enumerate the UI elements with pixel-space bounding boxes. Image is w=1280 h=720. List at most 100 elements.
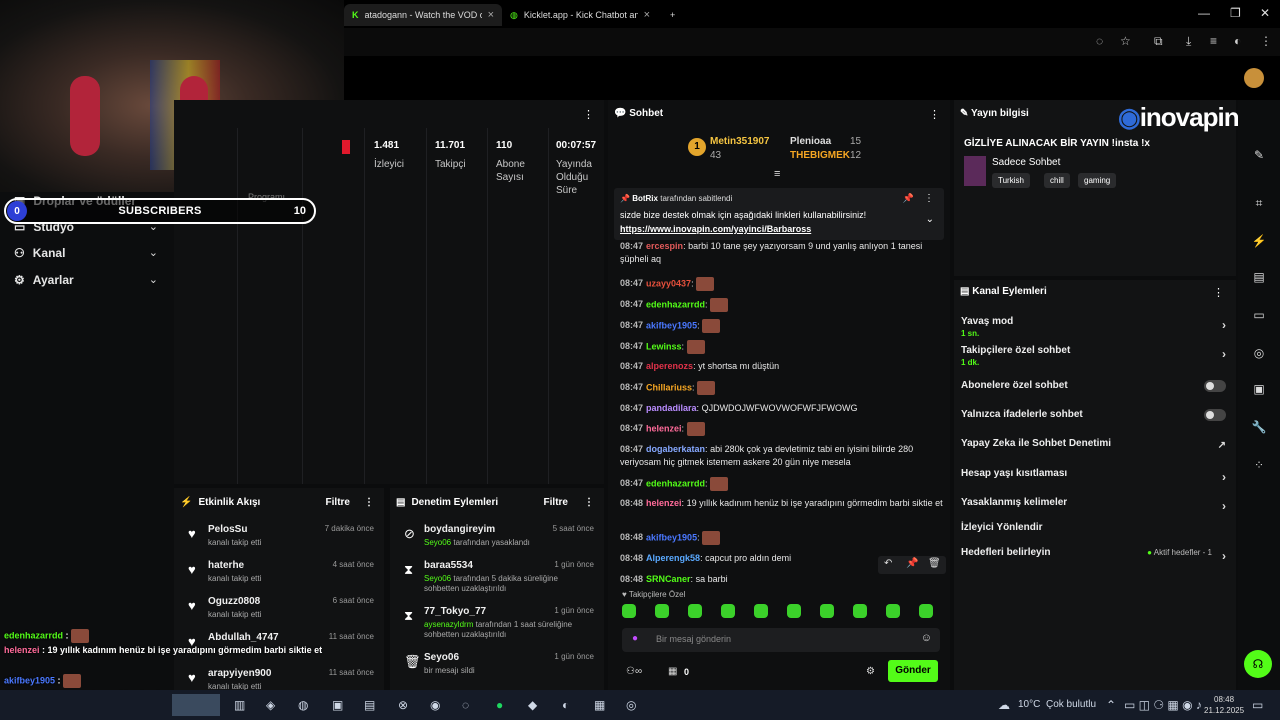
action-subscribers-only[interactable]: Abonelere özel sohbet [961,380,1226,392]
download-icon[interactable]: ⤓ [1186,34,1191,49]
chevron-down-icon[interactable]: ⌄ [149,273,158,286]
emote-icon[interactable] [787,604,801,618]
stream-category[interactable]: Sadece Sohbet [992,157,1060,168]
action-goals[interactable]: Hedefleri belirleyin ● Aktif hedefler - 1… [961,547,1226,563]
spotify-icon[interactable]: ● [496,698,503,712]
close-tab-icon[interactable]: × [488,9,494,21]
message-username[interactable]: Chillariuss [646,382,692,392]
notification-icon[interactable]: ▭ [1252,698,1263,712]
minimize-button[interactable]: — [1198,6,1210,20]
chat-input[interactable]: ● Bir mesaj gönderin ☺ [622,628,940,652]
settings-icon[interactable]: ⚙ [866,666,875,677]
tag-chip[interactable]: chill [1044,173,1070,188]
maximize-button[interactable]: ❐ [1230,6,1241,20]
message-username[interactable]: SRNCaner [646,574,691,584]
bolt-icon[interactable]: ⚡ [1248,230,1270,252]
action-banned-words[interactable]: Yasaklanmış kelimeler › [961,497,1226,513]
sidebar-item-channel[interactable]: ⚇ Kanal [14,246,65,260]
filter-button[interactable]: Filtre [544,497,568,508]
edit-icon[interactable]: ✎ [1248,144,1270,166]
points-icon[interactable]: ⚇∞ [626,666,642,677]
chevron-down-icon[interactable]: ⌄ [926,214,934,225]
microphone-icon[interactable]: ● [632,633,638,644]
action-ai-moderation[interactable]: Yapay Zeka ile Sohbet Denetimi ↗ [961,438,1226,451]
message-username[interactable]: pandadilara [646,403,697,413]
chrome-icon[interactable]: ◉ [430,698,440,712]
emote-icon[interactable] [886,604,900,618]
action-slow-mode[interactable]: Yavaş mod 1 sn. › [961,316,1226,338]
pin-icon[interactable]: 📌 [903,193,914,204]
chevron-down-icon[interactable]: ⌄ [149,246,158,259]
message-username[interactable]: alperenozs [646,361,693,371]
browser-tab-kicklet[interactable]: ◍ Kicklet.app - Kick Chatbot and × [502,4,658,26]
action-account-age[interactable]: Hesap yaşı kısıtlaması › [961,468,1226,484]
eye-off-icon[interactable]: ◌ [1096,34,1103,48]
discord-icon[interactable]: ◐ [562,698,569,712]
send-button[interactable]: Gönder [888,660,938,682]
emote-icon[interactable] [919,604,933,618]
task-view-icon[interactable]: ▥ [234,698,245,712]
reading-list-icon[interactable]: ≡ [1210,34,1217,48]
message-username[interactable]: helenzei [646,498,682,508]
action-followers-only[interactable]: Takipçilere özel sohbet 1 dk. › [961,345,1226,367]
close-tab-icon[interactable]: × [644,9,650,21]
layout-icon[interactable]: ▣ [1248,378,1270,400]
message-username[interactable]: ercespin [646,241,683,251]
broadcast-icon[interactable]: ◎ [1248,342,1270,364]
emote-icon[interactable] [721,604,735,618]
emoji-icon[interactable]: ☺ [921,632,932,644]
pinned-link[interactable]: https://www.inovapin.com/yayinci/Barbaro… [620,224,811,234]
action-emotes-only[interactable]: Yalnızca ifadelerle sohbet [961,409,1226,421]
app-icon[interactable]: ▦ [594,698,605,712]
toggle-switch[interactable] [1204,409,1226,421]
wrench-icon[interactable]: 🔧 [1248,416,1270,438]
steam-icon[interactable]: ◌ [462,698,469,712]
close-window-button[interactable]: ✕ [1260,6,1270,20]
more-options-icon[interactable]: ⋮ [584,497,594,508]
emote-icon[interactable] [688,604,702,618]
message-username[interactable]: Lewinss [646,341,682,351]
sidebar-item-settings[interactable]: ⚙ Ayarlar [14,273,74,287]
more-options-icon[interactable]: ⋮ [364,497,374,508]
pin-icon[interactable]: 📌 [906,558,918,569]
more-options-icon[interactable]: ⋮ [1213,286,1224,299]
tray-icons[interactable]: ▭ ◫ ⚆ ▦ ◉ ♪ [1124,698,1202,712]
more-options-icon[interactable]: ⋮ [929,108,940,121]
browser-tab-kick[interactable]: K atadogann - Watch the VOD or × [344,4,502,26]
apps-icon[interactable]: ⁘ [1248,454,1270,476]
menu-dots-icon[interactable]: ⋮ [1260,34,1272,48]
more-options-icon[interactable]: ⋮ [583,108,594,121]
copilot-icon[interactable]: ◈ [266,698,275,712]
chat-filter-icon[interactable]: ≡ [774,168,780,180]
user-avatar[interactable] [1244,68,1264,88]
xbox-icon[interactable]: ⊗ [398,698,408,712]
emote-icon[interactable] [655,604,669,618]
emote-icon[interactable] [754,604,768,618]
emote-icon[interactable] [820,604,834,618]
message-username[interactable]: helenzei [646,423,682,433]
message-username[interactable]: edenhazarrdd [646,478,705,488]
extensions-icon[interactable]: ⧉ [1154,34,1163,49]
message-username[interactable]: Alperengk58 [646,553,700,563]
toggle-switch[interactable] [1204,380,1226,392]
app-icon[interactable]: ◆ [528,698,537,712]
new-tab-button[interactable]: + [662,4,683,26]
support-chat-button[interactable]: ☊ [1244,650,1272,678]
action-raid[interactable]: İzleyici Yönlendir [961,522,1226,533]
tag-chip[interactable]: Turkish [992,173,1030,188]
filter-button[interactable]: Filtre [326,497,350,508]
profile-avatar[interactable]: ◐ [1234,34,1241,48]
gift-icon[interactable]: ▦ [668,666,677,677]
folder-icon[interactable]: ▤ [364,698,375,712]
reply-icon[interactable]: ↶ [884,558,892,569]
message-username[interactable]: uzayy0437 [646,278,691,288]
tag-chip[interactable]: gaming [1078,173,1117,188]
message-username[interactable]: akifbey1905 [646,320,697,330]
trash-icon[interactable]: 🗑 [928,558,941,569]
edge-icon[interactable]: ◍ [298,698,308,712]
message-username[interactable]: akifbey1905 [646,532,697,542]
obs-icon[interactable]: ◎ [626,698,636,712]
message-username[interactable]: dogaberkatan [646,444,705,454]
more-options-icon[interactable]: ⋮ [924,193,934,204]
bookmark-star-icon[interactable]: ☆ [1120,34,1131,48]
